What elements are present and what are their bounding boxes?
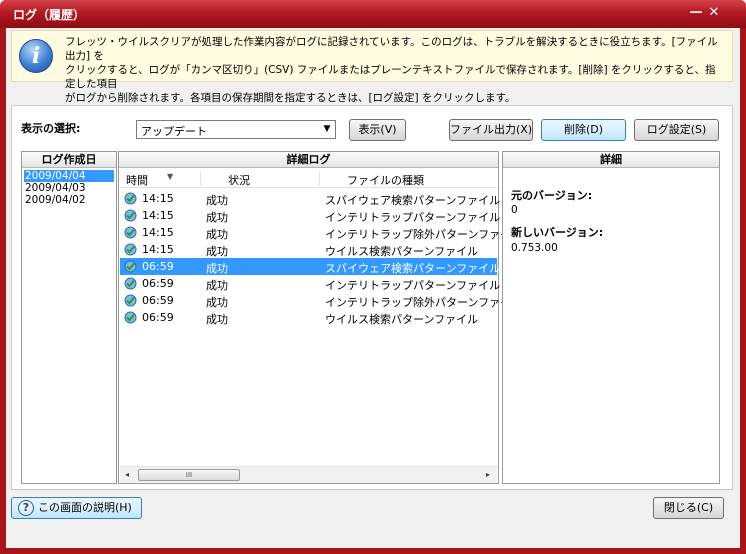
detail-header: 詳細	[503, 152, 719, 168]
detail-pane: 詳細 元のバージョン: 0 新しいバージョン: 0.753.00	[502, 151, 720, 484]
detail-log-header: 詳細ログ	[119, 152, 498, 168]
log-time: 14:15	[142, 209, 174, 222]
success-update-icon	[124, 226, 137, 239]
info-line: がログから削除されます。各項目の保存期間を指定するときは、[ログ設定] をクリッ…	[65, 92, 516, 104]
view-select-label: 表示の選択:	[21, 122, 81, 135]
old-version-label: 元のバージョン:	[511, 189, 593, 202]
window-title: ログ（履歴）	[13, 8, 86, 22]
column-status[interactable]: 状況	[228, 172, 250, 188]
log-panel: 表示の選択: アップデート ▼ 表示(V) ファイル出力(X) 削除(D) ログ…	[11, 105, 733, 490]
log-row[interactable]: 06:59 成功 インテリトラップパターンファイル	[120, 275, 501, 292]
info-line: クリックすると、ログが「カンマ区切り」(CSV) ファイルまたはプレーンテキスト…	[65, 64, 716, 90]
help-icon: ?	[18, 500, 34, 516]
success-update-icon	[124, 294, 137, 307]
log-time: 14:15	[142, 243, 174, 256]
help-button-label: この画面の説明(H)	[38, 501, 132, 514]
log-row[interactable]: 14:15 成功 ウイルス検索パターンファイル	[120, 241, 497, 258]
log-time: 06:59	[142, 294, 174, 307]
log-file-type: ウイルス検索パターンファイル	[325, 313, 479, 326]
export-file-button[interactable]: ファイル出力(X)	[449, 119, 533, 141]
show-button[interactable]: 表示(V)	[349, 119, 406, 141]
scroll-thumb[interactable]: III	[138, 469, 240, 481]
log-rows: 14:15 成功 スパイウェア検索パターンファイル 14:15 成功 インテリトラップパタ…	[120, 190, 522, 326]
title-bar[interactable]: ログ（履歴） — ✕	[0, 0, 746, 28]
info-icon: i	[19, 39, 53, 73]
close-button[interactable]: 閉じる(C)	[653, 497, 724, 519]
date-item[interactable]: 2009/04/02	[24, 194, 114, 206]
new-version-label: 新しいバージョン:	[511, 226, 604, 239]
log-status: 成功	[206, 262, 228, 275]
delete-button[interactable]: 削除(D)	[541, 119, 626, 141]
info-line: フレッツ・ウイルスクリアが処理した作業内容がログに記録されています。このログは、…	[65, 36, 718, 62]
column-file-type[interactable]: ファイルの種類	[347, 172, 424, 188]
new-version-value: 0.753.00	[511, 242, 558, 254]
log-row[interactable]: 14:15 成功 スパイウェア検索パターンファイル	[120, 190, 501, 207]
log-status: 成功	[206, 228, 228, 241]
success-update-icon	[124, 311, 137, 324]
log-dates-pane: ログ作成日 2009/04/04 2009/04/03 2009/04/02	[21, 151, 117, 484]
log-row[interactable]: 06:59 成功 スパイウェア検索パターンファイル	[120, 258, 501, 275]
scroll-right-icon[interactable]: ▸	[483, 469, 493, 481]
horizontal-scrollbar[interactable]: ◂ III ▸	[120, 466, 497, 483]
log-file-type: ウイルス検索パターンファイル	[325, 245, 479, 258]
success-update-icon	[124, 260, 137, 273]
log-settings-button[interactable]: ログ設定(S)	[634, 119, 719, 141]
sort-descending-icon: ▼	[167, 172, 174, 181]
log-file-type: スパイウェア検索パターンファイル	[325, 194, 501, 207]
log-status: 成功	[206, 211, 228, 224]
column-time[interactable]: 時間	[126, 172, 148, 188]
log-column-header: 時間 ▼ 状況 ファイルの種類	[120, 169, 497, 188]
log-row[interactable]: 14:15 成功 インテリトラップ除外パターンファイル	[120, 224, 522, 241]
window-client-area: i フレッツ・ウイルスクリアが処理した作業内容がログに記録されています。このログ…	[6, 28, 740, 548]
log-file-type: インテリトラップパターンファイル	[325, 279, 501, 292]
close-window-button[interactable]: ✕	[706, 6, 722, 22]
scroll-left-icon[interactable]: ◂	[122, 469, 132, 481]
minimize-button[interactable]: —	[688, 6, 704, 22]
log-dates-header: ログ作成日	[22, 152, 116, 168]
log-row[interactable]: 06:59 成功 インテリトラップ除外パターンファイル	[120, 292, 522, 309]
log-time: 06:59	[142, 311, 174, 324]
log-status: 成功	[206, 245, 228, 258]
success-update-icon	[124, 277, 137, 290]
log-time: 14:15	[142, 226, 174, 239]
log-status: 成功	[206, 313, 228, 326]
column-divider[interactable]	[200, 171, 201, 186]
date-item[interactable]: 2009/04/04	[24, 170, 114, 182]
old-version-value: 0	[511, 204, 518, 216]
log-dates-list: 2009/04/04 2009/04/03 2009/04/02	[24, 170, 114, 206]
log-time: 06:59	[142, 277, 174, 290]
log-row[interactable]: 06:59 成功 ウイルス検索パターンファイル	[120, 309, 497, 326]
view-select-value: アップデート	[141, 125, 207, 138]
log-time: 06:59	[142, 260, 174, 273]
chevron-down-icon[interactable]: ▼	[319, 121, 335, 138]
log-status: 成功	[206, 296, 228, 309]
help-button[interactable]: ? この画面の説明(H)	[11, 497, 142, 519]
detail-log-pane: 詳細ログ 時間 ▼ 状況 ファイルの種類 14:15 成功 スパイウェア検索パターン…	[118, 151, 522, 484]
column-divider[interactable]	[319, 171, 320, 186]
success-update-icon	[124, 192, 137, 205]
log-status: 成功	[206, 194, 228, 207]
success-update-icon	[124, 243, 137, 256]
view-select-dropdown[interactable]: アップデート ▼	[136, 120, 336, 139]
success-update-icon	[124, 209, 137, 222]
log-file-type: スパイウェア検索パターンファイル	[325, 262, 501, 275]
log-file-type: インテリトラップ除外パターンファイル	[325, 296, 523, 309]
info-text: フレッツ・ウイルスクリアが処理した作業内容がログに記録されています。このログは、…	[65, 35, 725, 105]
log-file-type: インテリトラップパターンファイル	[325, 211, 501, 224]
date-item[interactable]: 2009/04/03	[24, 182, 114, 194]
log-row[interactable]: 14:15 成功 インテリトラップパターンファイル	[120, 207, 501, 224]
log-window: ログ（履歴） — ✕ i フレッツ・ウイルスクリアが処理した作業内容がログに記録…	[0, 0, 746, 554]
log-status: 成功	[206, 279, 228, 292]
log-time: 14:15	[142, 192, 174, 205]
log-file-type: インテリトラップ除外パターンファイル	[325, 228, 523, 241]
info-banner: i フレッツ・ウイルスクリアが処理した作業内容がログに記録されています。このログ…	[11, 30, 733, 104]
